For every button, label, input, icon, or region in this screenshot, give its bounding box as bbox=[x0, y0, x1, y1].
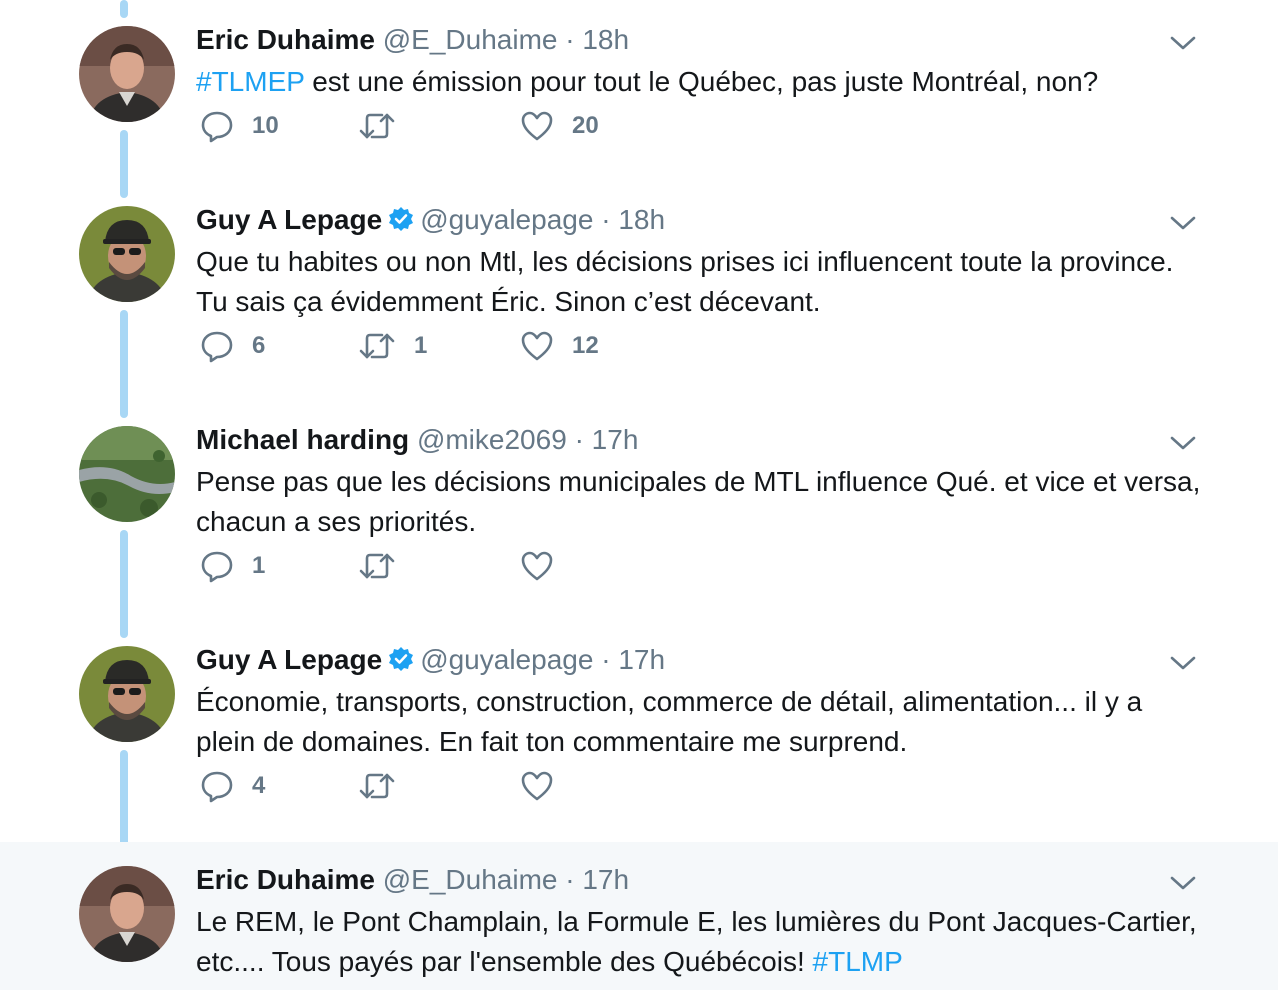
separator-dot: · bbox=[565, 24, 575, 55]
separator-dot: · bbox=[574, 424, 584, 455]
reply-button[interactable]: 6 bbox=[200, 326, 265, 366]
like-count: 12 bbox=[572, 332, 599, 359]
tweet-text: Pense pas que les décisions municipales … bbox=[196, 462, 1206, 542]
verified-badge-icon bbox=[388, 645, 414, 681]
like-button[interactable]: 12 bbox=[520, 326, 599, 366]
reply-count: 10 bbox=[252, 112, 279, 139]
tweet-actions: 4 bbox=[196, 766, 796, 806]
tweet-actions: 1 bbox=[196, 546, 796, 586]
avatar[interactable] bbox=[79, 426, 175, 522]
chevron-down-icon[interactable] bbox=[1168, 28, 1198, 58]
speech-bubble-icon bbox=[201, 551, 233, 583]
reply-button[interactable]: 1 bbox=[200, 546, 265, 586]
tweet-text: Que tu habites ou non Mtl, les décisions… bbox=[196, 242, 1206, 322]
reply-count: 4 bbox=[252, 772, 266, 799]
retweet-button[interactable]: 1 bbox=[358, 326, 427, 366]
tweet-header: Guy A Lepage @guyalepage · 18h bbox=[196, 202, 665, 241]
retweet-button[interactable] bbox=[358, 766, 414, 806]
tweet-actions: 10 20 bbox=[196, 106, 796, 146]
tweet-timestamp[interactable]: 18h bbox=[618, 204, 665, 235]
avatar[interactable] bbox=[79, 866, 175, 962]
tweet-timestamp[interactable]: 17h bbox=[582, 864, 629, 895]
tweet-text: #TLMEP est une émission pour tout le Qué… bbox=[196, 62, 1206, 102]
speech-bubble-icon bbox=[201, 111, 233, 143]
avatar[interactable] bbox=[79, 646, 175, 742]
heart-icon bbox=[521, 331, 553, 361]
tweet-timestamp[interactable]: 17h bbox=[592, 424, 639, 455]
chevron-down-icon[interactable] bbox=[1168, 648, 1198, 678]
speech-bubble-icon bbox=[201, 331, 233, 363]
tweet-text: Le REM, le Pont Champlain, la Formule E,… bbox=[196, 902, 1206, 982]
reply-count: 1 bbox=[252, 552, 266, 579]
avatar[interactable] bbox=[79, 26, 175, 122]
tweet-header: Eric Duhaime @E_Duhaime · 17h bbox=[196, 862, 629, 898]
tweet-text-segment: Économie, transports, construction, comm… bbox=[196, 686, 1143, 757]
verified-badge-icon bbox=[388, 205, 414, 241]
author-handle[interactable]: @E_Duhaime bbox=[383, 864, 558, 895]
tweet[interactable]: Guy A Lepage @guyalepage · 18h Que tu hab… bbox=[0, 180, 1278, 400]
like-button[interactable] bbox=[520, 766, 572, 806]
hashtag-link[interactable]: #TLMEP bbox=[196, 66, 304, 97]
author-handle[interactable]: @mike2069 bbox=[417, 424, 567, 455]
reply-button[interactable]: 10 bbox=[200, 106, 279, 146]
chevron-down-icon[interactable] bbox=[1168, 208, 1198, 238]
like-button[interactable] bbox=[520, 546, 572, 586]
reply-button[interactable]: 4 bbox=[200, 766, 265, 806]
author-name[interactable]: Eric Duhaime bbox=[196, 864, 375, 895]
tweet-header: Guy A Lepage @guyalepage · 17h bbox=[196, 642, 665, 681]
like-button[interactable]: 20 bbox=[520, 106, 599, 146]
tweet-timestamp[interactable]: 17h bbox=[618, 644, 665, 675]
speech-bubble-icon bbox=[201, 771, 233, 803]
tweet-header: Michael harding @mike2069 · 17h bbox=[196, 422, 638, 458]
retweet-button[interactable] bbox=[358, 546, 414, 586]
heart-icon bbox=[521, 551, 553, 581]
tweet[interactable]: Michael harding @mike2069 · 17h Pense pa… bbox=[0, 400, 1278, 620]
tweet-actions: 6 1 12 bbox=[196, 326, 796, 366]
separator-dot: · bbox=[601, 204, 611, 235]
retweet-arrows-icon bbox=[359, 113, 395, 139]
tweet-text-segment: est une émission pour tout le Québec, pa… bbox=[304, 66, 1099, 97]
tweet[interactable]: Guy A Lepage @guyalepage · 17h Économie, … bbox=[0, 620, 1278, 840]
tweet-text-segment: Le REM, le Pont Champlain, la Formule E,… bbox=[196, 906, 1197, 977]
author-name[interactable]: Guy A Lepage bbox=[196, 644, 382, 675]
reply-count: 6 bbox=[252, 332, 266, 359]
author-handle[interactable]: @guyalepage bbox=[420, 644, 593, 675]
separator-dot: · bbox=[601, 644, 611, 675]
tweet-timestamp[interactable]: 18h bbox=[582, 24, 629, 55]
author-name[interactable]: Guy A Lepage bbox=[196, 204, 382, 235]
chevron-down-icon[interactable] bbox=[1168, 428, 1198, 458]
author-name[interactable]: Michael harding bbox=[196, 424, 409, 455]
chevron-down-icon[interactable] bbox=[1168, 868, 1198, 898]
avatar[interactable] bbox=[79, 206, 175, 302]
heart-icon bbox=[521, 111, 553, 141]
retweet-arrows-icon bbox=[359, 333, 395, 359]
retweet-button[interactable] bbox=[358, 106, 414, 146]
heart-icon bbox=[521, 771, 553, 801]
separator-dot: · bbox=[565, 864, 575, 895]
conversation-thread: Eric Duhaime @E_Duhaime · 18h #TLMEP est… bbox=[0, 0, 1278, 990]
author-name[interactable]: Eric Duhaime bbox=[196, 24, 375, 55]
tweet-text-segment: Que tu habites ou non Mtl, les décisions… bbox=[196, 246, 1174, 317]
author-handle[interactable]: @guyalepage bbox=[420, 204, 593, 235]
tweet[interactable]: Eric Duhaime @E_Duhaime · 17h Le REM, le… bbox=[0, 842, 1278, 990]
retweet-arrows-icon bbox=[359, 553, 395, 579]
like-count: 20 bbox=[572, 112, 599, 139]
retweet-arrows-icon bbox=[359, 773, 395, 799]
tweet-text-segment: Pense pas que les décisions municipales … bbox=[196, 466, 1201, 537]
tweet-header: Eric Duhaime @E_Duhaime · 18h bbox=[196, 22, 629, 58]
retweet-count: 1 bbox=[414, 332, 428, 359]
author-handle[interactable]: @E_Duhaime bbox=[383, 24, 558, 55]
hashtag-link[interactable]: #TLMP bbox=[813, 946, 903, 977]
tweet-text: Économie, transports, construction, comm… bbox=[196, 682, 1206, 762]
